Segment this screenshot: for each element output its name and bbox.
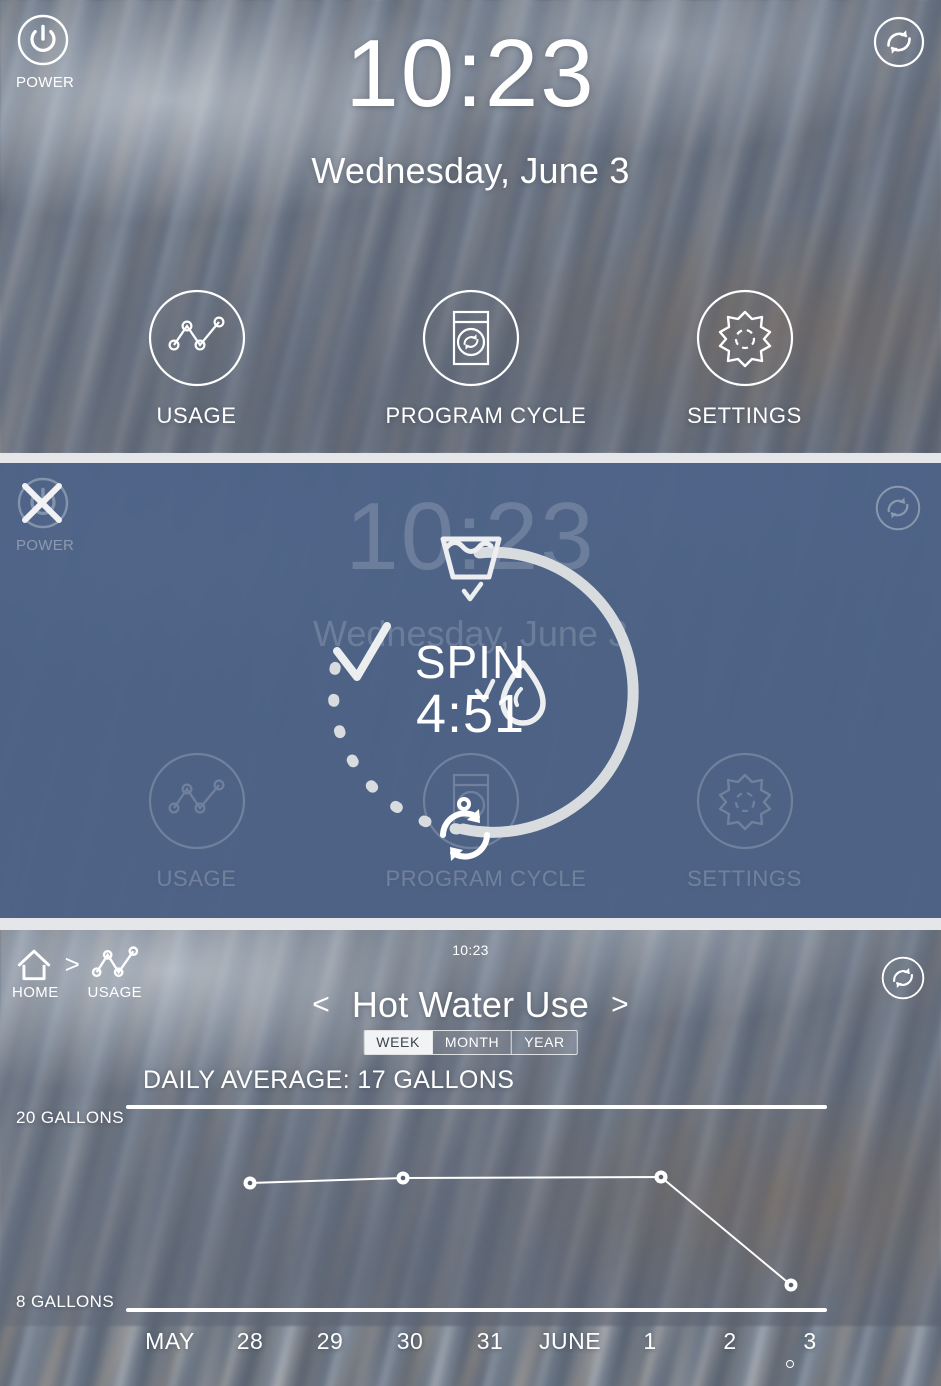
tile-usage[interactable]: USAGE [112, 288, 282, 429]
tile-program-cycle[interactable]: PROGRAM CYCLE [385, 288, 587, 429]
x-tick: JUNE [538, 1328, 602, 1354]
cycle-status: SPIN 4:51 [271, 639, 671, 743]
program-cycle-panel: POWER 10:23 Wednesday, June 3 USAGE PROG… [0, 463, 941, 918]
home-screen-panel: POWER 10:23 Wednesday, June 3 USAGE PROG… [0, 0, 941, 453]
line-chart-icon [148, 752, 245, 850]
chart-point-core [788, 1282, 794, 1288]
x-tick: 30 [396, 1328, 424, 1354]
axis-label-bottom: 8 GALLONS [16, 1292, 115, 1311]
wash-basin-icon [440, 536, 501, 602]
home-nav-tiles: USAGE PROGRAM CYCLE SETTINGS [0, 288, 941, 429]
x-tick: 2 [723, 1328, 737, 1354]
axis-label-top: 20 GALLONS [16, 1108, 124, 1127]
x-tick: MAY [145, 1328, 195, 1354]
cycle-time-remaining: 4:51 [415, 683, 526, 744]
line-chart-icon [148, 289, 245, 387]
x-tick: 1 [643, 1328, 657, 1354]
today-indicator-dot [786, 1360, 794, 1368]
chart-point-core [658, 1174, 664, 1180]
cycle-progress-ring: SPIN 4:51 [271, 491, 671, 891]
cycle-stage-name: SPIN [414, 636, 527, 688]
tile-label: USAGE [156, 403, 237, 428]
clock-time: 10:23 [345, 20, 596, 127]
washing-machine-icon [422, 289, 519, 387]
x-tick: 3 [803, 1328, 817, 1354]
chart-x-axis-labels: MAY 28 29 30 31 JUNE 1 2 3 [130, 1328, 850, 1355]
tile-settings[interactable]: SETTINGS [660, 288, 830, 429]
chart-point-core [247, 1180, 253, 1186]
tile-label: SETTINGS [687, 866, 802, 891]
usage-screen-panel: HOME > USAGE 10:23 < Hot Water Use > WEE… [0, 930, 941, 1386]
clock-date: Wednesday, June 3 [311, 150, 630, 191]
chart-series-line [249, 1175, 792, 1286]
gear-icon [696, 289, 793, 387]
check-icon [461, 581, 483, 602]
usage-line-chart [126, 1105, 827, 1312]
tile-label: SETTINGS [687, 403, 802, 428]
x-tick: 29 [316, 1328, 344, 1354]
tile-settings[interactable]: SETTINGS [660, 751, 830, 892]
x-tick: 28 [236, 1328, 264, 1354]
tile-usage[interactable]: USAGE [112, 751, 282, 892]
tile-label: PROGRAM CYCLE [385, 403, 587, 428]
gear-icon [696, 752, 793, 850]
tile-label: USAGE [156, 866, 237, 891]
device-screen-stack: POWER 10:23 Wednesday, June 3 USAGE PROG… [0, 0, 941, 1386]
chart-point-core [400, 1175, 406, 1181]
x-tick: 31 [476, 1328, 504, 1354]
